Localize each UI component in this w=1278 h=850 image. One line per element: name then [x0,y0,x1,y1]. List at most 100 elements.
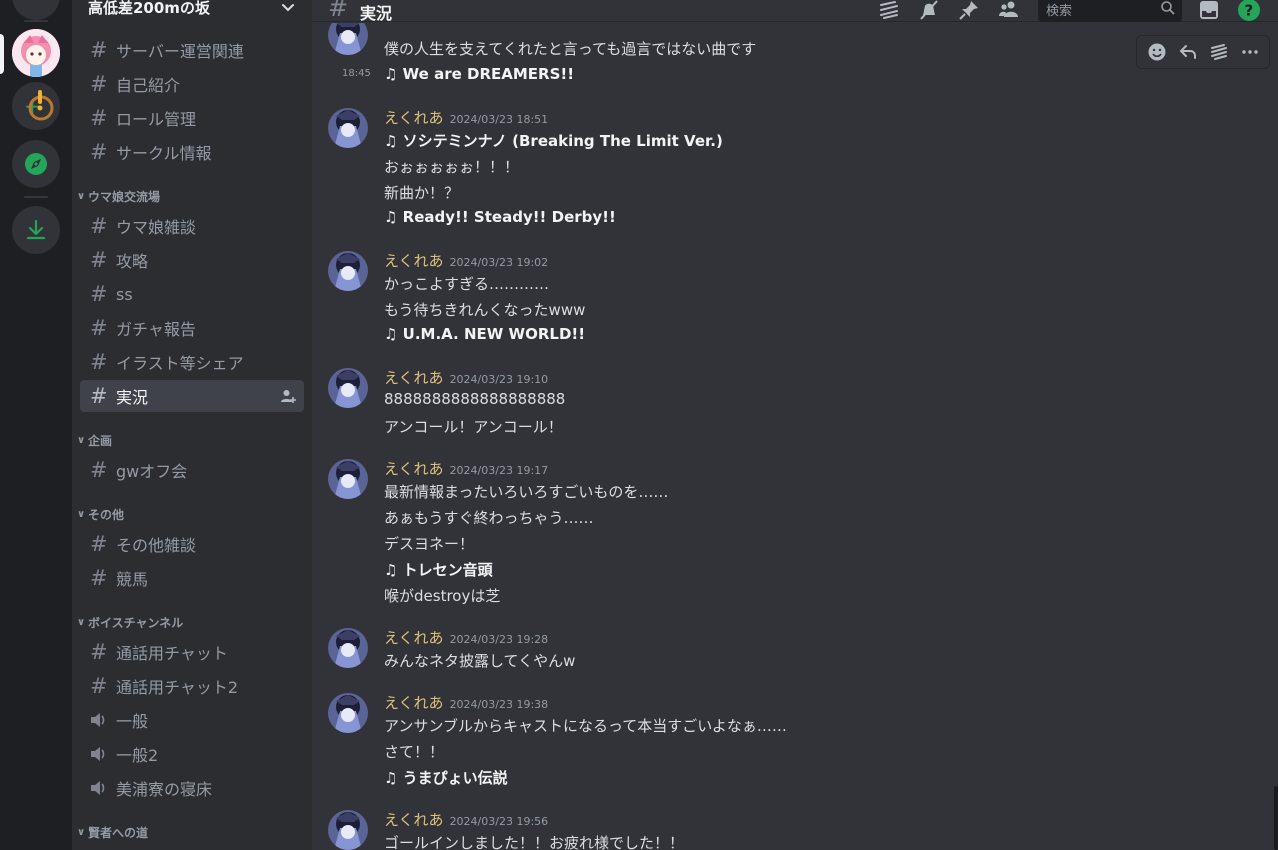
hash-icon: # [90,140,108,164]
timestamp: 2024/03/23 19:38 [449,698,549,711]
username[interactable]: えくれあ [384,694,444,712]
channel-item[interactable]: # 自己紹介 [80,68,304,100]
username[interactable]: えくれあ [384,369,444,387]
avatar[interactable] [328,368,368,408]
more-options-icon[interactable] [1240,42,1260,62]
hash-icon: # [90,316,108,340]
username[interactable]: えくれあ [384,252,444,270]
message-header: えくれあ 2024/03/23 19:02 [384,250,548,271]
message-line: あぁもうすぐ終わっちゃう…… [384,509,594,527]
channel-name: 通話用チャット [116,644,228,663]
avatar[interactable] [328,693,368,733]
category-header[interactable]: ∨ ボイスチャンネル [74,613,183,631]
channel-item[interactable]: # 通話用チャット2 [80,670,304,702]
hash-icon: # [90,248,108,272]
server-header[interactable]: 高低差200mの坂 [72,0,312,22]
search-input[interactable]: 検索 [1038,0,1182,22]
channel-name: ウマ娘雑談 [116,218,197,237]
chevron-down-icon: ∨ [76,826,86,838]
scrollbar-thumb[interactable] [1274,786,1278,850]
avatar[interactable] [328,810,368,850]
threads-icon[interactable] [876,0,902,22]
username[interactable]: えくれあ [384,460,444,478]
channel-item[interactable]: # 攻略 [80,244,304,276]
category-header[interactable]: ∨ ウマ娘交流場 [74,187,160,205]
message-line-song: ♫ U.M.A. NEW WORLD!! [384,325,586,343]
message-line: デスヨネー！ [384,535,475,553]
members-icon[interactable] [996,0,1022,22]
username[interactable]: えくれあ [384,629,444,647]
channel-item[interactable]: # ss [80,278,304,310]
timestamp: 2024/03/23 19:17 [449,464,549,477]
avatar[interactable] [328,23,368,55]
mute-bell-icon[interactable] [916,0,942,22]
voice-channel-item[interactable]: 一般2 [80,738,304,770]
channel-name: その他雑談 [116,536,197,555]
category-name: ウマ娘交流場 [88,189,161,204]
invite-member-icon[interactable] [280,388,296,404]
hash-icon: # [90,214,108,238]
category-header[interactable]: ∨ 企画 [74,431,112,449]
channel-item[interactable]: # 通話用チャット [80,636,304,668]
inbox-icon[interactable] [1196,0,1222,22]
channel-name: 攻略 [116,252,149,271]
voice-channel-item[interactable]: 一般 [80,704,304,736]
hash-icon: # [90,282,108,306]
threads-icon[interactable] [1209,42,1229,62]
message-line: 喉がdestroyは芝 [384,587,501,605]
server-icon-event[interactable]: + [12,82,60,130]
channel-item[interactable]: # 競馬 [80,562,304,594]
chevron-down-icon[interactable] [280,0,296,15]
channel-sidebar: 高低差200mの坂 # サーバー運営関連 # 自己紹介 # ロール管理 # サークル情報… [72,0,312,850]
hash-icon: # [90,106,108,130]
channel-item[interactable]: # イラスト等シェア [80,346,304,378]
pin-icon[interactable] [956,0,982,22]
username[interactable]: えくれあ [384,811,444,829]
hash-icon: # [90,38,108,62]
hash-icon: # [90,384,108,408]
add-reaction-icon[interactable] [1147,42,1167,62]
message-line-song: ♫ We are DREAMERS!! [384,65,575,83]
avatar[interactable] [328,251,368,291]
explore-button[interactable] [12,140,60,188]
message-time: 18:45 [342,68,371,79]
timestamp: 2024/03/23 19:56 [449,815,549,828]
message-line: 最新情報まったいろいろすごいものを…… [384,483,669,501]
chevron-down-icon: ∨ [76,616,86,628]
category-header[interactable]: ∨ 賢者への道 [74,823,148,841]
search-icon [1161,1,1175,15]
selected-server-indicator [0,34,4,74]
message-list: 僕の人生を支えてくれたと言っても過言ではない曲です 18:45 ♫ We are… [312,23,1278,850]
help-icon[interactable]: ? [1236,0,1262,22]
channel-name: 通話用チャット2 [116,678,239,697]
channel-item[interactable]: # その他雑談 [80,528,304,560]
voice-channel-item[interactable]: 美浦寮の寝床 [80,772,304,804]
channel-item[interactable]: # サーバー運営関連 [80,34,304,66]
channel-item[interactable]: # gwオフ会 [80,454,304,486]
speaker-icon [91,747,105,761]
hash-icon: # [90,566,108,590]
chat-header: # 実況 検索 ? [312,0,1278,23]
timestamp: 2024/03/23 19:28 [449,633,549,646]
reply-icon[interactable] [1178,42,1198,62]
category-name: 企画 [88,433,113,448]
channel-item[interactable]: # ウマ娘雑談 [80,210,304,242]
message-header: えくれあ 2024/03/23 18:51 [384,107,548,128]
avatar[interactable] [328,108,368,148]
avatar[interactable] [328,459,368,499]
search-placeholder: 検索 [1046,4,1073,19]
message-header: えくれあ 2024/03/23 19:28 [384,627,548,648]
download-apps-button[interactable] [12,206,60,254]
channel-item-active[interactable]: # 実況 [80,380,304,412]
channel-item[interactable]: # ガチャ報告 [80,312,304,344]
home-button[interactable] [12,0,60,20]
username[interactable]: えくれあ [384,109,444,127]
server-icon-current[interactable] [12,29,60,77]
avatar[interactable] [328,628,368,668]
channel-name: 美浦寮の寝床 [116,780,213,799]
channel-item[interactable]: # サークル情報 [80,136,304,168]
category-header[interactable]: ∨ その他 [74,505,124,523]
chevron-down-icon: ∨ [76,508,86,520]
timestamp: 2024/03/23 19:02 [449,256,549,269]
channel-item[interactable]: # ロール管理 [80,102,304,134]
